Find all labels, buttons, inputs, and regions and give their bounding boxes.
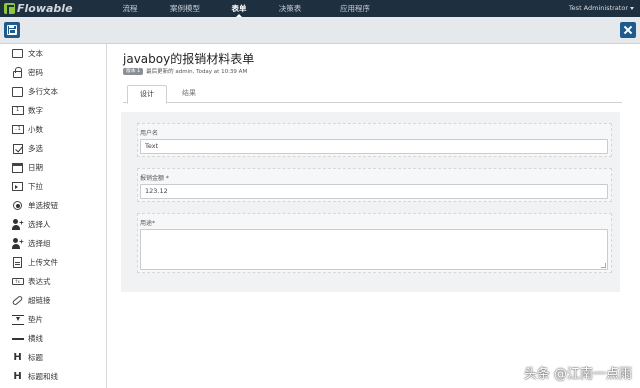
palette-item-heading[interactable]: H 标题 xyxy=(0,348,107,367)
field-label: 用途* xyxy=(140,220,156,227)
form-field-username[interactable]: 用户名 Text xyxy=(137,123,612,157)
palette-item-label: 日期 xyxy=(28,163,43,172)
expression-icon: fx xyxy=(11,275,24,288)
top-navbar: Flowable 流程 案例模型 表单 决策表 应用程序 Test Admini… xyxy=(0,0,640,17)
editor-toolbar xyxy=(0,17,640,44)
flowable-logo-icon xyxy=(4,3,15,14)
user-menu[interactable]: Test Administrator xyxy=(569,0,634,17)
palette-item-dropdown[interactable]: 下拉 xyxy=(0,177,107,196)
palette-item-multiline-text[interactable]: 多行文本 xyxy=(0,82,107,101)
palette-item-label: 标题和线 xyxy=(28,372,58,381)
nav-item-forms[interactable]: 表单 xyxy=(222,0,256,17)
palette-item-label: 下拉 xyxy=(28,182,43,191)
palette-item-label: 单选按钮 xyxy=(28,201,58,210)
checkbox-icon xyxy=(11,142,24,155)
person-add-icon: + xyxy=(11,218,24,231)
palette-item-number[interactable]: 1 数字 xyxy=(0,101,107,120)
lock-icon xyxy=(11,66,24,79)
palette-item-checkbox[interactable]: 多选 xyxy=(0,139,107,158)
form-canvas: 用户名 Text 报销金额 * 123.12 用途* xyxy=(121,112,620,292)
form-editor: javaboy的报销材料表单 版本 1 最后更新的 admin, Today a… xyxy=(107,44,640,388)
form-field-purpose[interactable]: 用途* xyxy=(137,213,612,273)
palette-item-date[interactable]: 日期 xyxy=(0,158,107,177)
resize-grip-icon[interactable] xyxy=(601,263,606,268)
tab-outcomes[interactable]: 结果 xyxy=(169,85,209,103)
user-name: Test Administrator xyxy=(568,4,628,12)
field-label: 用户名 xyxy=(140,130,159,137)
nav-item-apps[interactable]: 应用程序 xyxy=(326,0,384,17)
palette-item-label: 数字 xyxy=(28,106,43,115)
radio-icon xyxy=(11,199,24,212)
heading-icon: H xyxy=(13,352,22,363)
last-updated-text: 最后更新的 admin, Today at 10:39 AM xyxy=(146,69,248,75)
flowable-logo[interactable]: Flowable xyxy=(4,1,73,16)
palette-item-label: 超链接 xyxy=(28,296,51,305)
field-label: 报销金额 * xyxy=(140,175,169,182)
chevron-down-icon xyxy=(630,6,634,10)
form-palette: 文本 密码 多行文本 1 数字 .1 小数 多选 日期 下拉 单选按钮 + 选择… xyxy=(0,44,107,388)
nav-item-case-model[interactable]: 案例模型 xyxy=(162,0,208,17)
palette-item-spacer[interactable]: 垫片 xyxy=(0,310,107,329)
horizontal-line-icon xyxy=(11,332,24,345)
form-title: javaboy的报销材料表单 xyxy=(123,52,255,66)
link-icon xyxy=(11,294,24,307)
group-add-icon: + xyxy=(11,237,24,250)
form-meta: 版本 1 最后更新的 admin, Today at 10:39 AM xyxy=(123,67,247,75)
palette-item-upload[interactable]: 上传文件 xyxy=(0,253,107,272)
purpose-textarea[interactable] xyxy=(140,229,608,270)
palette-item-label: 表达式 xyxy=(28,277,51,286)
calendar-icon xyxy=(11,161,24,174)
username-input[interactable]: Text xyxy=(140,139,608,154)
palette-item-password[interactable]: 密码 xyxy=(0,63,107,82)
dropdown-icon xyxy=(11,180,24,193)
palette-item-label: 上传文件 xyxy=(28,258,58,267)
logo-text: Flowable xyxy=(17,2,73,15)
spacer-icon xyxy=(11,313,24,326)
watermark: 头条 @江南一点雨 xyxy=(523,367,632,382)
palette-item-label: 小数 xyxy=(28,125,43,134)
save-button[interactable] xyxy=(4,22,20,38)
form-field-amount[interactable]: 报销金额 * 123.12 xyxy=(137,168,612,202)
version-badge: 版本 1 xyxy=(123,67,144,75)
nav-item-process[interactable]: 流程 xyxy=(110,0,150,17)
close-icon xyxy=(620,22,636,38)
heading-line-icon: H xyxy=(13,371,22,382)
close-button[interactable] xyxy=(620,22,636,38)
palette-item-label: 选择人 xyxy=(28,220,51,229)
nav-item-decision-tables[interactable]: 决策表 xyxy=(268,0,312,17)
palette-item-label: 标题 xyxy=(28,353,43,362)
palette-item-horizontal-line[interactable]: 横线 xyxy=(0,329,107,348)
editor-tabs: 设计 结果 xyxy=(123,85,622,104)
palette-item-label: 多选 xyxy=(28,144,43,153)
tab-design[interactable]: 设计 xyxy=(127,85,167,104)
palette-item-label: 横线 xyxy=(28,334,43,343)
palette-item-decimal[interactable]: .1 小数 xyxy=(0,120,107,139)
palette-item-label: 垫片 xyxy=(28,315,43,324)
decimal-icon: .1 xyxy=(11,123,24,136)
palette-item-expression[interactable]: fx 表达式 xyxy=(0,272,107,291)
multiline-text-icon xyxy=(11,85,24,98)
palette-item-radio[interactable]: 单选按钮 xyxy=(0,196,107,215)
text-field-icon xyxy=(11,47,24,60)
palette-item-label: 密码 xyxy=(28,68,43,77)
amount-input[interactable]: 123.12 xyxy=(140,184,608,199)
save-icon xyxy=(7,25,17,35)
palette-item-select-group[interactable]: + 选择组 xyxy=(0,234,107,253)
palette-item-select-person[interactable]: + 选择人 xyxy=(0,215,107,234)
upload-file-icon xyxy=(11,256,24,269)
palette-item-label: 文本 xyxy=(28,49,43,58)
palette-item-heading-line[interactable]: H 标题和线 xyxy=(0,367,107,386)
number-icon: 1 xyxy=(11,104,24,117)
palette-item-hyperlink[interactable]: 超链接 xyxy=(0,291,107,310)
palette-item-text[interactable]: 文本 xyxy=(0,44,107,63)
palette-item-label: 选择组 xyxy=(28,239,51,248)
palette-item-label: 多行文本 xyxy=(28,87,58,96)
